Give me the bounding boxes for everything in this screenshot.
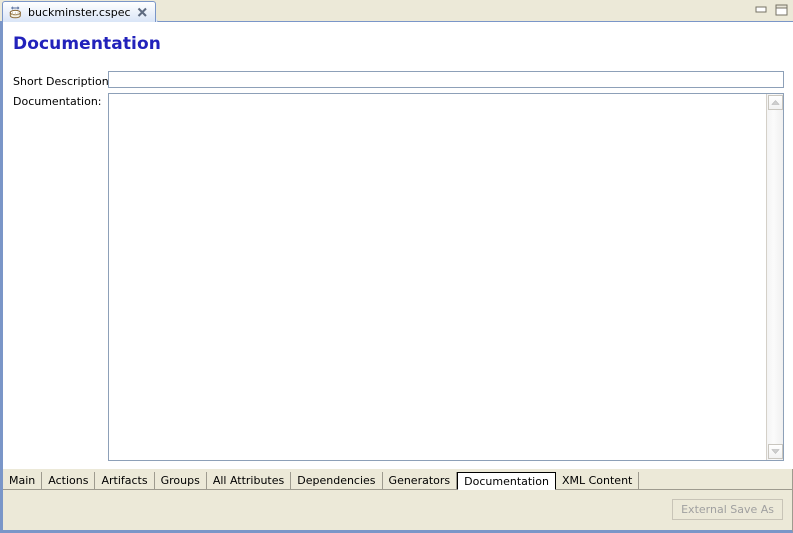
bottom-tab-label: Main [9,474,36,487]
documentation-scrollbar[interactable] [766,94,783,460]
editor-tab-label: buckminster.cspec [28,5,131,19]
bottom-tab-label: Dependencies [297,474,376,487]
documentation-textarea[interactable] [109,94,767,460]
bottom-tab-strip: Main Actions Artifacts Groups All Attributes… [3,472,792,490]
editor-tab-buckminster-cspec[interactable]: buckminster.cspec [2,1,156,22]
form-body: Documentation Short Description: Documen… [0,22,793,469]
editor-tab-bar: buckminster.cspec [0,0,793,22]
window-controls [754,3,789,17]
bottom-tab-xml-content[interactable]: XML Content [555,472,640,489]
bottom-tab-actions[interactable]: Actions [42,472,96,489]
documentation-field-wrapper [108,93,784,461]
bottom-tab-label: Generators [388,474,451,487]
bottom-tab-label: Artifacts [101,474,148,487]
cspec-file-icon [8,5,23,20]
bottom-tab-label: Groups [160,474,200,487]
scroll-down-arrow-icon[interactable] [768,444,783,459]
bottom-tab-all-attributes[interactable]: All Attributes [206,472,292,489]
minimize-icon[interactable] [754,3,769,17]
bottom-tab-dependencies[interactable]: Dependencies [291,472,383,489]
maximize-icon[interactable] [774,3,789,17]
scroll-up-arrow-icon[interactable] [768,95,783,110]
close-icon[interactable] [136,6,149,19]
page-title: Documentation [13,34,161,54]
bottom-tab-artifacts[interactable]: Artifacts [95,472,155,489]
bottom-tab-label: All Attributes [212,474,285,487]
editor-window: buckminster.cspec Documentation Short De… [0,0,793,533]
external-save-as-button[interactable]: External Save As [672,499,783,520]
documentation-label: Documentation: [13,95,102,108]
bottom-tab-documentation[interactable]: Documentation [457,472,556,490]
short-description-label: Short Description: [13,75,113,88]
short-description-input[interactable] [108,71,784,88]
bottom-tab-groups[interactable]: Groups [154,472,207,489]
bottom-tab-label: Documentation [464,474,549,488]
bottom-tab-label: Actions [48,474,89,487]
bottom-tab-generators[interactable]: Generators [382,472,458,489]
bottom-tab-folder: Main Actions Artifacts Groups All Attributes… [0,469,793,533]
bottom-tab-main[interactable]: Main [3,472,43,489]
bottom-tab-label: XML Content [561,474,633,487]
